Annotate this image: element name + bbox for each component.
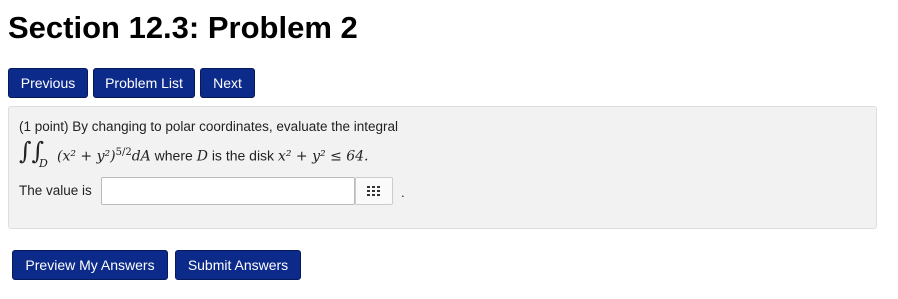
page-title: Section 12.3: Problem 2 <box>8 10 358 45</box>
problem-list-button[interactable]: Problem List <box>93 68 195 98</box>
problem-statement: (1 point) By changing to polar coordinat… <box>19 119 398 134</box>
answer-label: The value is <box>19 183 92 198</box>
region-definition: x² + y² ≤ 64. <box>277 148 369 165</box>
problem-points: (1 point) <box>19 119 69 134</box>
problem-intro-text: By changing to polar coordinates, evalua… <box>72 119 399 134</box>
submit-answers-button[interactable]: Submit Answers <box>175 250 301 280</box>
problem-panel: (1 point) By changing to polar coordinat… <box>8 106 877 229</box>
answer-suffix: . <box>401 185 405 200</box>
disk-text: is the disk <box>211 147 275 164</box>
answer-input[interactable] <box>101 177 355 205</box>
math-toolbar-button[interactable] <box>355 177 393 205</box>
previous-button[interactable]: Previous <box>8 68 88 98</box>
preview-answers-button[interactable]: Preview My Answers <box>12 250 168 280</box>
integrand-exponent: 5/2 <box>115 147 132 158</box>
area-element: dA <box>131 148 151 165</box>
region-symbol: D <box>196 148 208 165</box>
next-button[interactable]: Next <box>200 68 255 98</box>
integrand: (x² + y²) <box>57 148 116 165</box>
where-text: where <box>154 147 193 164</box>
grid-icon <box>367 185 380 196</box>
integral-domain: D <box>39 157 48 170</box>
